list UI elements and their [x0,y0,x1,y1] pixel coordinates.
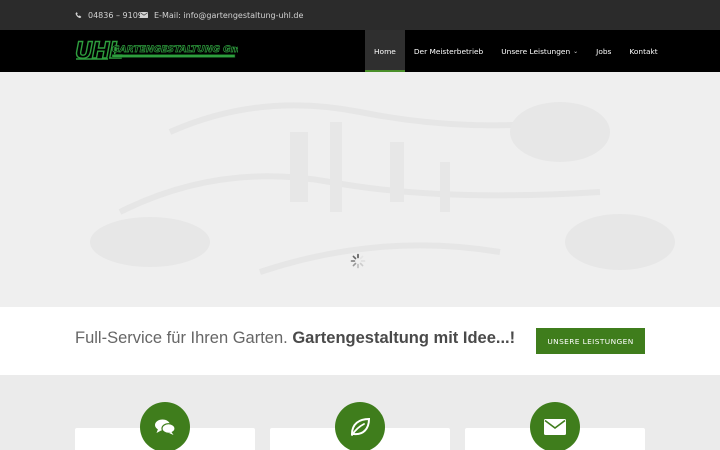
chevron-down-icon: ⌄ [573,47,579,55]
main-navigation: Home Der Meisterbetrieb Unsere Leistunge… [365,30,667,72]
company-logo[interactable]: UHL GARTENGESTALTUNG GmbH [74,36,255,66]
nav-home[interactable]: Home [365,30,405,72]
contact-phone[interactable]: 04836 – 9109 [75,0,143,30]
envelope-icon [530,402,580,450]
contact-email[interactable]: E-Mail: info@gartengestaltung-uhl.de [140,0,303,30]
speech-bubbles-icon [140,402,190,450]
email-address: E-Mail: info@gartengestaltung-uhl.de [154,10,304,20]
nav-meisterbetrieb-label: Der Meisterbetrieb [413,46,484,56]
cta-headline: Full-Service für Ihren Garten. Gartenges… [75,329,515,348]
nav-der-meisterbetrieb[interactable]: Der Meisterbetrieb [405,30,492,72]
nav-kontakt[interactable]: Kontakt [620,30,666,72]
nav-jobs[interactable]: Jobs [587,30,620,72]
cta-headline-bold: Gartengestaltung mit Idee...! [292,329,516,347]
svg-text:GARTENGESTALTUNG GmbH: GARTENGESTALTUNG GmbH [112,44,238,55]
cta-headline-light: Full-Service für Ihren Garten. [75,329,288,347]
phone-icon [75,11,82,19]
phone-number: 04836 – 9109 [88,10,143,20]
top-info-bar: 04836 – 9109 E-Mail: info@gartengestaltu… [0,0,720,30]
nav-kontakt-label: Kontakt [629,46,658,56]
nav-home-label: Home [374,46,396,56]
features-section [0,375,720,450]
envelope-icon [140,12,148,18]
nav-unsere-leistungen[interactable]: Unsere Leistungen ⌄ [492,30,587,72]
cta-band: Full-Service für Ihren Garten. Gartenges… [0,307,720,375]
nav-leistungen-label: Unsere Leistungen [501,46,571,56]
hero-slider [0,72,720,307]
main-navbar: UHL GARTENGESTALTUNG GmbH Home Der Meist… [0,30,720,72]
leaf-icon [335,402,385,450]
hero-background-image [0,72,720,307]
nav-jobs-label: Jobs [596,46,612,56]
unsere-leistungen-button[interactable]: UNSERE LEISTUNGEN [536,328,645,354]
loading-spinner-icon [350,253,366,269]
